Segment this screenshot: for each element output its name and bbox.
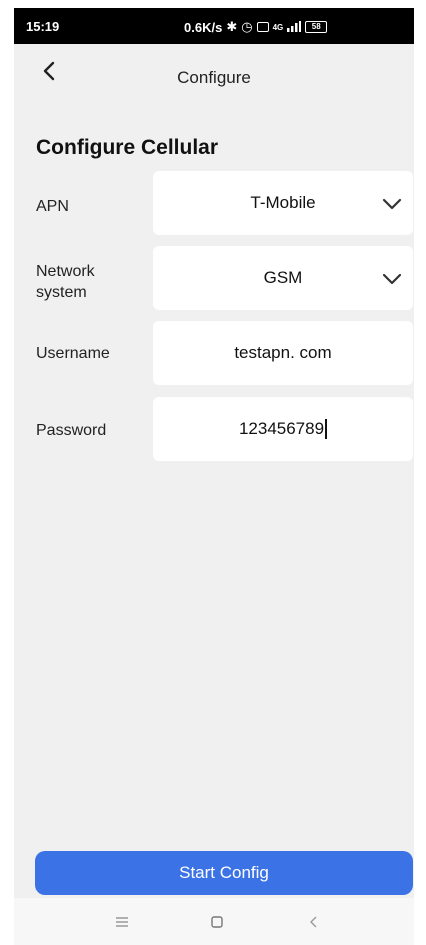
signal-icon — [287, 20, 302, 35]
network-system-label-line2: system — [36, 284, 87, 301]
system-nav-bar — [14, 898, 414, 945]
username-field[interactable]: testapn. com — [153, 321, 413, 385]
status-bar: 15:19 0.6K/s ✱ ◷ 4G 58 — [14, 8, 414, 44]
home-square-icon — [211, 916, 223, 928]
password-value: 123456789 — [238, 419, 325, 438]
network-speed: 0.6K/s — [184, 19, 223, 35]
start-config-button[interactable]: Start Config — [35, 851, 413, 895]
section-title: Configure Cellular — [36, 136, 219, 159]
text-cursor — [325, 419, 328, 439]
battery-icon: 58 — [305, 21, 328, 33]
phone-screen: 15:19 0.6K/s ✱ ◷ 4G 58 Configure Configu… — [14, 8, 414, 945]
apn-value: T-Mobile — [250, 193, 316, 212]
page-title: Configure — [177, 68, 251, 87]
apn-select[interactable]: T-Mobile — [153, 171, 413, 235]
username-value: testapn. com — [234, 343, 332, 362]
password-field[interactable]: 123456789 — [153, 397, 413, 461]
network-system-select[interactable]: GSM — [153, 246, 413, 310]
back-arrow-icon — [310, 916, 317, 928]
network-system-label-line1: Network — [36, 263, 95, 280]
header: Configure — [14, 44, 414, 100]
password-label: Password — [36, 422, 107, 439]
home-nav-button[interactable] — [207, 912, 227, 932]
network-type: 4G — [272, 22, 284, 32]
menu-icon — [116, 917, 128, 927]
username-label: Username — [36, 345, 110, 362]
bluetooth-icon: ✱ — [226, 19, 238, 34]
alarm-icon: ◷ — [241, 19, 253, 34]
menu-nav-button[interactable] — [112, 912, 132, 932]
status-time: 15:19 — [26, 19, 60, 34]
network-system-label: Network system — [36, 261, 95, 303]
back-nav-button[interactable] — [304, 912, 324, 932]
chevron-down-icon — [382, 273, 402, 285]
apn-label: APN — [36, 198, 69, 215]
status-indicators: 0.6K/s ✱ ◷ 4G 58 — [184, 19, 328, 35]
hd-icon — [256, 22, 269, 32]
network-system-value: GSM — [263, 268, 303, 287]
chevron-down-icon — [382, 198, 402, 210]
